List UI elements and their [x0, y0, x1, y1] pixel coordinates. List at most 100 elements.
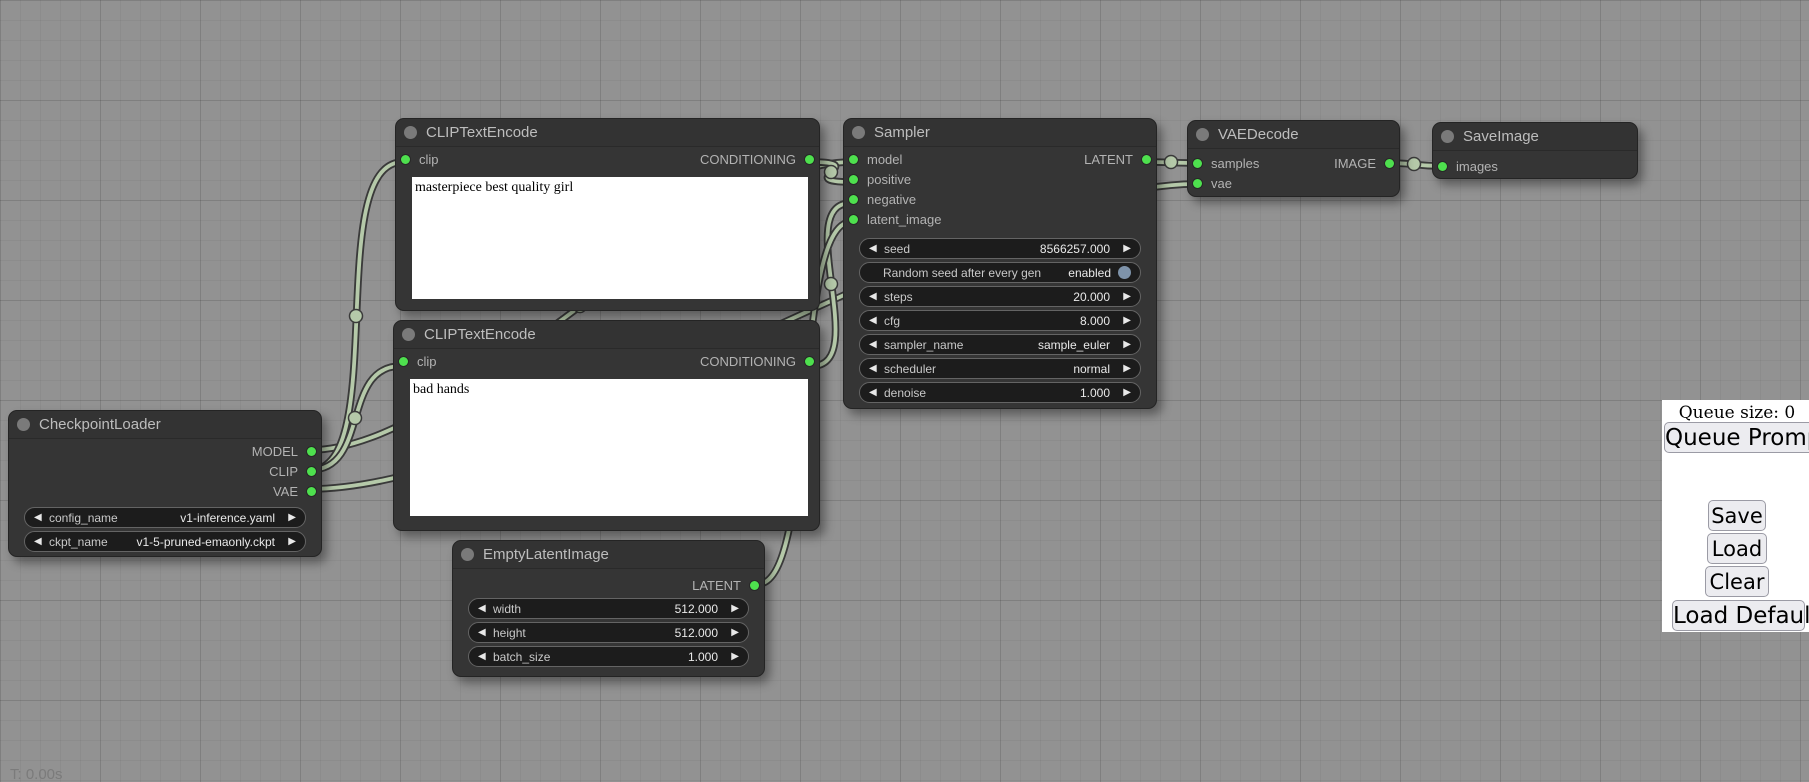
output-label: CONDITIONING	[700, 152, 796, 167]
decrement-arrow-icon[interactable]: ◀	[34, 513, 47, 523]
decrement-arrow-icon[interactable]: ◀	[478, 652, 491, 662]
decrement-arrow-icon[interactable]: ◀	[869, 340, 882, 350]
decrement-arrow-icon[interactable]: ◀	[34, 537, 47, 547]
widget-seed[interactable]: ◀ seed 8566257.000 ▶	[859, 238, 1141, 259]
increment-arrow-icon[interactable]: ▶	[726, 604, 739, 614]
node-checkpoint-loader[interactable]: CheckpointLoader MODEL CLIP VAE ◀ config…	[8, 410, 322, 557]
output-slot-clip[interactable]	[307, 467, 316, 476]
prompt-text-input[interactable]: masterpiece best quality girl	[412, 177, 808, 299]
widget-sampler-name[interactable]: ◀ sampler_name sample_euler ▶	[859, 334, 1141, 355]
input-label: latent_image	[867, 212, 941, 227]
prompt-text-input[interactable]: bad hands	[410, 379, 808, 516]
increment-arrow-icon[interactable]: ▶	[1118, 364, 1131, 374]
widget-random-seed-toggle[interactable]: Random seed after every gen enabled	[859, 262, 1141, 283]
output-slot-model[interactable]	[307, 447, 316, 456]
widget-scheduler[interactable]: ◀ scheduler normal ▶	[859, 358, 1141, 379]
output-slot-image[interactable]	[1385, 159, 1394, 168]
input-slot-images[interactable]	[1438, 162, 1447, 171]
node-titlebar[interactable]: SaveImage	[1433, 123, 1637, 151]
widget-steps[interactable]: ◀ steps 20.000 ▶	[859, 286, 1141, 307]
output-slot-vae[interactable]	[307, 487, 316, 496]
input-slot-model[interactable]	[849, 155, 858, 164]
widget-label: ckpt_name	[49, 535, 108, 549]
decrement-arrow-icon[interactable]: ◀	[869, 244, 882, 254]
input-slot-negative[interactable]	[849, 195, 858, 204]
input-slot-latent-image[interactable]	[849, 215, 858, 224]
node-title: CLIPTextEncode	[426, 124, 538, 141]
queue-prompt-button[interactable]: Queue Prompt	[1664, 422, 1809, 453]
input-slot-positive[interactable]	[849, 175, 858, 184]
collapse-dot-icon[interactable]	[461, 548, 474, 561]
output-slot-latent[interactable]	[750, 581, 759, 590]
widget-denoise[interactable]: ◀ denoise 1.000 ▶	[859, 382, 1141, 403]
widget-value: enabled	[1068, 266, 1111, 280]
node-titlebar[interactable]: EmptyLatentImage	[453, 541, 764, 569]
queue-panel: Queue size: 0 Queue Prompt Save Load Cle…	[1662, 400, 1809, 632]
decrement-arrow-icon[interactable]: ◀	[869, 292, 882, 302]
output-label: CLIP	[269, 464, 298, 479]
collapse-dot-icon[interactable]	[852, 126, 865, 139]
node-titlebar[interactable]: CheckpointLoader	[9, 411, 321, 439]
input-slot-vae[interactable]	[1193, 179, 1202, 188]
increment-arrow-icon[interactable]: ▶	[1118, 340, 1131, 350]
widget-ckpt-name[interactable]: ◀ ckpt_name v1-5-pruned-emaonly.ckpt ▶	[24, 531, 306, 552]
save-button[interactable]: Save	[1708, 500, 1766, 531]
node-titlebar[interactable]: CLIPTextEncode	[394, 321, 819, 349]
decrement-arrow-icon[interactable]: ◀	[478, 628, 491, 638]
collapse-dot-icon[interactable]	[1196, 128, 1209, 141]
toggle-circle-icon[interactable]	[1118, 266, 1131, 279]
node-vae-decode[interactable]: VAEDecode samples IMAGE vae	[1187, 120, 1400, 197]
increment-arrow-icon[interactable]: ▶	[1118, 292, 1131, 302]
comfyui-canvas[interactable]: { "canvas": { "perf_label": "T: 0.00s" }…	[0, 0, 1809, 782]
output-slot-conditioning[interactable]	[805, 357, 814, 366]
widget-config-name[interactable]: ◀ config_name v1-inference.yaml ▶	[24, 507, 306, 528]
collapse-dot-icon[interactable]	[1441, 130, 1454, 143]
increment-arrow-icon[interactable]: ▶	[283, 537, 296, 547]
node-clip-text-encode-negative[interactable]: CLIPTextEncode clip CONDITIONING bad han…	[393, 320, 820, 531]
collapse-dot-icon[interactable]	[17, 418, 30, 431]
collapse-dot-icon[interactable]	[402, 328, 415, 341]
node-titlebar[interactable]: CLIPTextEncode	[396, 119, 819, 147]
widget-batch-size[interactable]: ◀ batch_size 1.000 ▶	[468, 646, 749, 667]
widget-value: v1-5-pruned-emaonly.ckpt	[136, 535, 275, 549]
increment-arrow-icon[interactable]: ▶	[283, 513, 296, 523]
widget-label: denoise	[884, 386, 926, 400]
node-titlebar[interactable]: Sampler	[844, 119, 1156, 147]
widget-cfg[interactable]: ◀ cfg 8.000 ▶	[859, 310, 1141, 331]
widget-label: sampler_name	[884, 338, 963, 352]
output-slot-latent[interactable]	[1142, 155, 1151, 164]
increment-arrow-icon[interactable]: ▶	[1118, 244, 1131, 254]
widget-value: 8.000	[1080, 314, 1110, 328]
node-title: CLIPTextEncode	[424, 326, 536, 343]
collapse-dot-icon[interactable]	[404, 126, 417, 139]
node-title: CheckpointLoader	[39, 416, 161, 433]
increment-arrow-icon[interactable]: ▶	[726, 628, 739, 638]
widget-height[interactable]: ◀ height 512.000 ▶	[468, 622, 749, 643]
load-default-button[interactable]: Load Default	[1672, 600, 1805, 631]
widget-width[interactable]: ◀ width 512.000 ▶	[468, 598, 749, 619]
widget-label: scheduler	[884, 362, 936, 376]
decrement-arrow-icon[interactable]: ◀	[869, 388, 882, 398]
node-titlebar[interactable]: VAEDecode	[1188, 121, 1399, 149]
decrement-arrow-icon[interactable]: ◀	[869, 316, 882, 326]
decrement-arrow-icon[interactable]: ◀	[869, 364, 882, 374]
input-slot-clip[interactable]	[401, 155, 410, 164]
output-slot-conditioning[interactable]	[805, 155, 814, 164]
input-label: clip	[419, 152, 439, 167]
increment-arrow-icon[interactable]: ▶	[726, 652, 739, 662]
node-sampler[interactable]: Sampler model LATENT positive negative l…	[843, 118, 1157, 409]
node-clip-text-encode-positive[interactable]: CLIPTextEncode clip CONDITIONING masterp…	[395, 118, 820, 311]
clear-button[interactable]: Clear	[1705, 566, 1769, 597]
increment-arrow-icon[interactable]: ▶	[1118, 388, 1131, 398]
decrement-arrow-icon[interactable]: ◀	[478, 604, 491, 614]
node-empty-latent-image[interactable]: EmptyLatentImage LATENT ◀ width 512.000 …	[452, 540, 765, 677]
input-slot-clip[interactable]	[399, 357, 408, 366]
widget-value: v1-inference.yaml	[180, 511, 275, 525]
increment-arrow-icon[interactable]: ▶	[1118, 316, 1131, 326]
input-slot-samples[interactable]	[1193, 159, 1202, 168]
widget-value: sample_euler	[1038, 338, 1110, 352]
input-label: vae	[1211, 176, 1232, 191]
load-button[interactable]: Load	[1707, 533, 1767, 564]
node-save-image[interactable]: SaveImage images	[1432, 122, 1638, 179]
widget-label: Random seed after every gen	[883, 266, 1041, 280]
